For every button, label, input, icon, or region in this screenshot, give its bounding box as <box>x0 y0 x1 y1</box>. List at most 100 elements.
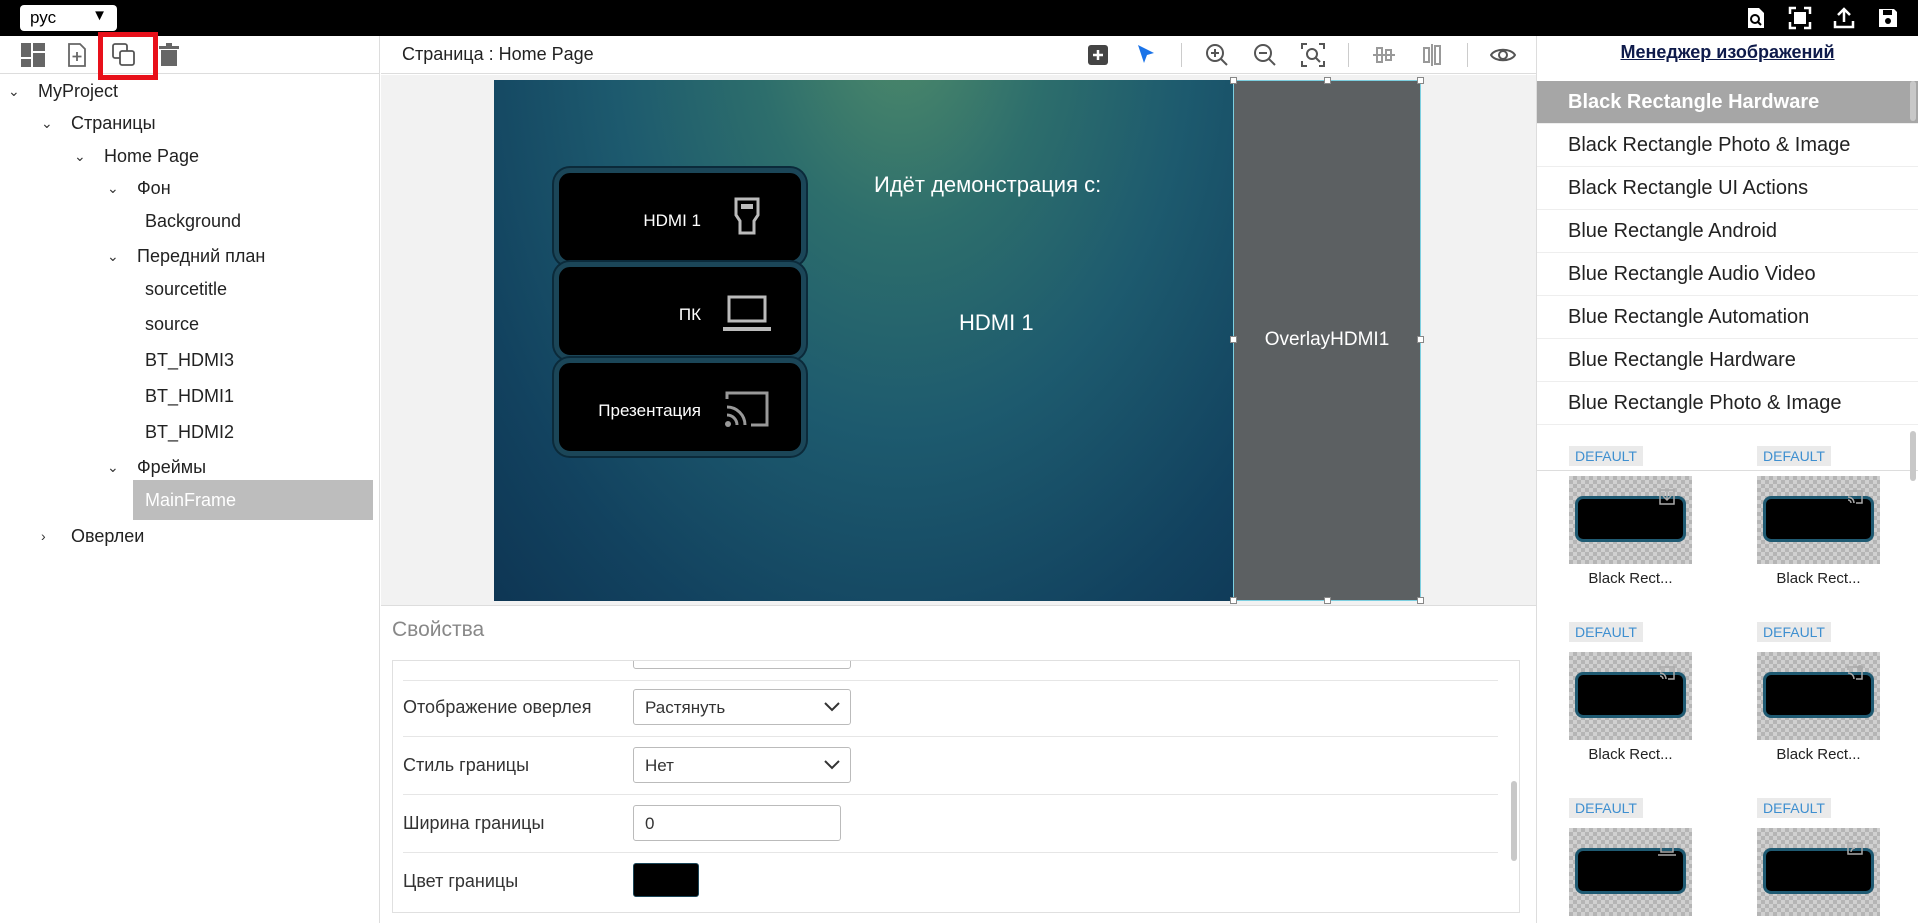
trash-icon[interactable] <box>156 42 182 68</box>
chevron-down-icon: ⌄ <box>107 179 119 196</box>
tree-label: MyProject <box>38 80 119 101</box>
property-select-partial[interactable] <box>633 661 851 669</box>
source-button-presentation[interactable]: Презентация <box>554 358 806 456</box>
image-category-item[interactable]: Blue Rectangle Android <box>1537 210 1918 253</box>
image-thumbnail[interactable]: DEFAULT Black Rect... <box>1752 446 1880 587</box>
thumbnail-caption: Black Rect... <box>1588 746 1673 763</box>
tree-node-background[interactable]: Background <box>145 206 241 236</box>
image-category-item[interactable]: Blue Rectangle Photo & Image <box>1537 382 1918 425</box>
select-pointer-icon[interactable] <box>1133 42 1159 68</box>
tree-label: BT_HDMI2 <box>145 421 235 442</box>
properties-scrollbar[interactable] <box>1511 781 1517 861</box>
tree-toolbar <box>0 32 379 80</box>
align-center-horizontal-icon[interactable] <box>1371 42 1397 68</box>
tree-label: source <box>145 313 200 334</box>
resize-handle[interactable] <box>1230 77 1237 84</box>
cast-active-icon <box>1847 665 1863 680</box>
overlay-display-select[interactable]: Растянуть <box>633 689 851 725</box>
resize-handle[interactable] <box>1417 336 1424 343</box>
canvas-area: HDMI 1 ПК Презентация Идёт демонстрация … <box>381 75 1536 605</box>
resize-handle[interactable] <box>1324 597 1331 604</box>
tree-label: Home Page <box>104 145 200 166</box>
image-category-item[interactable]: Blue Rectangle Automation <box>1537 296 1918 339</box>
resize-handle[interactable] <box>1230 336 1237 343</box>
image-thumbnail[interactable]: DEFAULT Black Rect... <box>1752 622 1880 763</box>
fullscreen-icon[interactable] <box>1788 6 1812 30</box>
select-value: Нет <box>645 756 674 775</box>
tree-node-home-page[interactable]: ⌄ Home Page <box>74 141 199 171</box>
image-thumbnail[interactable]: DEFAULT Black Rect... <box>1564 622 1692 763</box>
chevron-right-icon: › <box>41 528 46 544</box>
tree-node-background-group[interactable]: ⌄ Фон <box>107 173 171 203</box>
source-button-pc[interactable]: ПК <box>554 262 806 360</box>
default-badge: DEFAULT <box>1569 798 1643 818</box>
tree-node-sourcetitle[interactable]: sourcetitle <box>145 274 227 304</box>
hdmi-plug-icon <box>734 197 760 235</box>
thumbnail-image <box>1757 652 1880 740</box>
image-thumbnail[interactable]: DEFAULT Black Rect... <box>1564 446 1692 587</box>
tree-node-source[interactable]: source <box>145 309 199 339</box>
property-row-border-color: Цвет границы <box>403 853 1498 911</box>
image-thumbnail[interactable]: DEFAULT <box>1564 798 1692 916</box>
align-center-vertical-icon[interactable] <box>1419 42 1445 68</box>
tree-node-overlays[interactable]: › Оверлеи <box>41 521 144 551</box>
toolbar-divider <box>1467 43 1468 67</box>
zoom-out-icon[interactable] <box>1252 42 1278 68</box>
upload-icon[interactable] <box>1832 6 1856 30</box>
select-value: Растянуть <box>645 698 726 717</box>
chevron-down-icon: ⌄ <box>107 458 119 475</box>
default-badge: DEFAULT <box>1569 622 1643 642</box>
cast-icon <box>1847 490 1863 504</box>
tree-node-pages[interactable]: ⌄ Страницы <box>41 108 156 138</box>
chevron-down-icon: ⌄ <box>74 147 86 164</box>
tree-node-bt-hdmi3[interactable]: BT_HDMI3 <box>145 345 234 375</box>
tree-node-bt-hdmi2[interactable]: BT_HDMI2 <box>145 417 234 447</box>
source-button-label: HDMI 1 <box>643 211 701 230</box>
chevron-down-icon: ⌄ <box>41 114 53 131</box>
thumbnails-scrollbar[interactable] <box>1910 431 1916 481</box>
resize-handle[interactable] <box>1417 597 1424 604</box>
editor-toolbar <box>1063 42 1516 68</box>
resize-handle[interactable] <box>1417 77 1424 84</box>
zoom-in-icon[interactable] <box>1204 42 1230 68</box>
dashboard-layout-icon[interactable] <box>20 42 46 68</box>
source-button-hdmi1[interactable]: HDMI 1 <box>554 168 806 266</box>
image-category-item[interactable]: Blue Rectangle Hardware <box>1537 339 1918 382</box>
image-category-item[interactable]: Black Rectangle UI Actions <box>1537 167 1918 210</box>
category-scrollbar[interactable] <box>1910 81 1916 121</box>
image-category-item[interactable]: Black Rectangle Hardware <box>1537 81 1918 124</box>
border-color-swatch[interactable] <box>633 863 699 897</box>
overlay-frame[interactable]: OverlayHDMI1 <box>1230 77 1424 604</box>
preview-document-icon[interactable] <box>1744 6 1768 30</box>
language-select[interactable]: рус ▼ <box>20 5 117 31</box>
tree-node-frames-group[interactable]: ⌄ Фреймы <box>107 452 206 482</box>
image-category-item[interactable]: Black Rectangle Photo & Image <box>1537 124 1918 167</box>
zoom-fit-icon[interactable] <box>1300 42 1326 68</box>
add-element-icon[interactable] <box>1085 42 1111 68</box>
thumbnail-caption: Black Rect... <box>1776 746 1861 763</box>
resize-handle[interactable] <box>1230 597 1237 604</box>
chevron-down-icon: ⌄ <box>8 82 20 99</box>
tree-node-root[interactable]: ⌄ MyProject <box>8 76 118 106</box>
tree-label: Фон <box>137 177 171 198</box>
property-label: Отображение оверлея <box>403 697 592 717</box>
project-tree-panel: ⌄ MyProject ⌄ Страницы ⌄ Home Page ⌄ Фон Bac… <box>0 32 380 923</box>
download-icon <box>1659 489 1675 505</box>
tree-label: sourcetitle <box>145 278 228 299</box>
property-row-border-width: Ширина границы 0 <box>403 795 1498 853</box>
page-stage[interactable]: HDMI 1 ПК Презентация Идёт демонстрация … <box>494 80 1234 601</box>
add-page-icon[interactable] <box>64 42 90 68</box>
cast-icon <box>725 391 769 427</box>
resize-handle[interactable] <box>1324 77 1331 84</box>
tree-node-bt-hdmi1[interactable]: BT_HDMI1 <box>145 381 234 411</box>
border-width-input[interactable]: 0 <box>633 805 841 841</box>
tree-node-mainframe[interactable]: MainFrame <box>133 480 373 520</box>
image-category-item[interactable]: Blue Rectangle Audio Video <box>1537 253 1918 296</box>
tree-node-foreground-group[interactable]: ⌄ Передний план <box>107 241 265 271</box>
image-thumbnail[interactable]: DEFAULT <box>1752 798 1880 916</box>
border-style-select[interactable]: Нет <box>633 747 851 783</box>
save-icon[interactable] <box>1876 6 1900 30</box>
preview-eye-icon[interactable] <box>1490 42 1516 68</box>
image-manager-title[interactable]: Менеджер изображений <box>1537 42 1918 63</box>
overlay-label: OverlayHDMI1 <box>1264 329 1390 350</box>
